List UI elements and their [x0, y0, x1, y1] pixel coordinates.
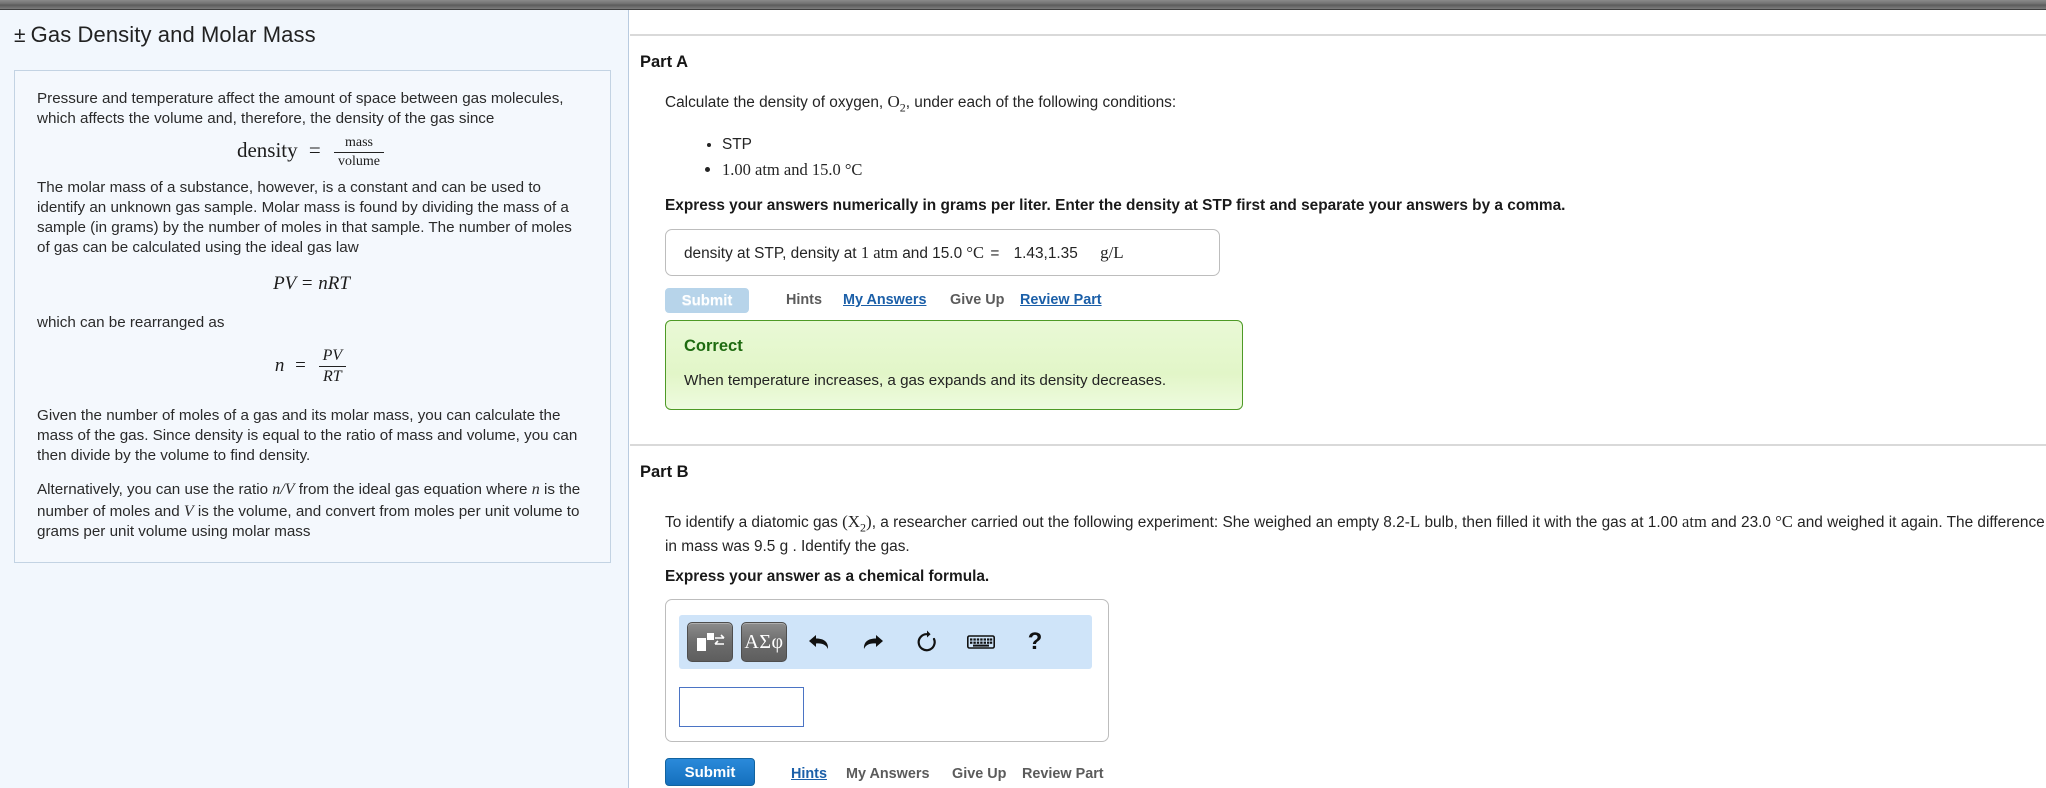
- equation-density-numerator: mass: [334, 135, 384, 154]
- part-b-prompt-1b: , a researcher carried out the following…: [871, 514, 1410, 531]
- part-a-my-answers-link[interactable]: My Answers: [843, 292, 926, 308]
- formula-oxygen: O2: [887, 92, 906, 115]
- part-a-give-up-link[interactable]: Give Up: [950, 292, 1004, 308]
- part-a-prompt-post: , under each of the following conditions…: [905, 94, 1177, 111]
- part-a-hints-link[interactable]: Hints: [786, 292, 822, 308]
- unit-liter: L: [1409, 512, 1421, 531]
- intro-p5-b: from the ideal gas equation where: [294, 481, 532, 499]
- part-a-divider: [630, 34, 2046, 36]
- part-b-prompt-1a: To identify a diatomic gas: [665, 514, 843, 531]
- undo-icon[interactable]: [797, 623, 841, 661]
- part-a-feedback-title: Correct: [684, 337, 743, 355]
- keyboard-icon[interactable]: [959, 623, 1003, 661]
- window-chrome-bar: [0, 0, 2046, 10]
- unit-atm: atm: [1682, 512, 1707, 531]
- part-b-prompt-1e: and: [1792, 514, 1823, 531]
- equation-moles: n = PV RT: [37, 347, 586, 386]
- part-a-submit-button[interactable]: Submit: [665, 288, 749, 313]
- part-b-divider: [630, 444, 2046, 446]
- part-b-answer-input[interactable]: [679, 687, 804, 727]
- intro-paragraph-5: Alternatively, you can use the ratio n/V…: [37, 479, 586, 542]
- page-title-text: Gas Density and Molar Mass: [30, 22, 316, 47]
- problem-panel: Part A Calculate the density of oxygen, …: [630, 10, 2046, 788]
- equation-moles-op: =: [295, 354, 306, 376]
- part-b-hints-link[interactable]: Hints: [791, 766, 827, 782]
- intro-panel: ± Gas Density and Molar Mass Pressure and…: [0, 10, 629, 788]
- part-b-prompt-1c: bulb, then filled it with the gas at 1.0…: [1420, 514, 1683, 531]
- part-a-answer-units: g/L: [1100, 243, 1124, 262]
- equation-density-denominator: volume: [338, 154, 380, 170]
- part-a-conditions-list: STP 1.00 atm and 15.0 °C: [702, 133, 1322, 182]
- part-b-prompt: To identify a diatomic gas (X2), a resea…: [665, 510, 2045, 557]
- intro-paragraph-4: Given the number of moles of a gas and i…: [37, 406, 578, 465]
- greek-symbols-icon[interactable]: ΑΣφ: [741, 622, 787, 662]
- reset-icon[interactable]: [905, 623, 949, 661]
- plus-minus-icon[interactable]: ±: [14, 24, 26, 47]
- equation-density-op: =: [308, 138, 321, 163]
- intro-p5-V: V: [183, 502, 194, 520]
- equation-ideal-gas: PV = nRT: [273, 272, 350, 294]
- formula-x2: (X2): [842, 512, 872, 535]
- part-a-answer-label-c: and 15.0: [902, 245, 963, 262]
- help-icon[interactable]: ?: [1013, 623, 1057, 661]
- part-a-instruction: Express your answers numerically in gram…: [665, 197, 1566, 214]
- condition-item-stp: STP: [722, 133, 1322, 157]
- part-b-heading: Part B: [640, 463, 689, 481]
- equation-moles-denominator: RT: [323, 367, 342, 385]
- redo-icon[interactable]: [851, 623, 895, 661]
- page-title: ± Gas Density and Molar Mass: [14, 22, 316, 48]
- equation-moles-numerator: PV: [318, 347, 347, 367]
- part-a-answer-label-a: density at STP, density at: [684, 245, 857, 262]
- part-b-prompt-1d: and 23.0: [1706, 514, 1776, 531]
- intro-p5-a: Alternatively, you can use the ratio: [37, 481, 273, 499]
- equation-moles-fraction: PV RT: [318, 347, 347, 386]
- part-a-answer-label-d: °C: [966, 243, 985, 262]
- page-root: ± Gas Density and Molar Mass Pressure and…: [0, 10, 2046, 788]
- part-b-submit-button[interactable]: Submit: [665, 758, 755, 786]
- part-a-prompt-pre: Calculate the density of oxygen,: [665, 94, 888, 111]
- unit-degc: °C: [1775, 512, 1793, 531]
- part-b-my-answers-link[interactable]: My Answers: [846, 766, 929, 782]
- part-a-answer-equals: =: [990, 245, 1000, 262]
- equation-density-lhs: density: [236, 138, 298, 163]
- intro-paragraph-3: which can be rearranged as: [37, 313, 225, 331]
- intro-p5-ratio: n/V: [272, 481, 295, 499]
- condition-item-1atm: 1.00 atm and 15.0 °C: [722, 157, 1322, 183]
- intro-paragraph-1: Pressure and temperature affect the amou…: [37, 90, 564, 128]
- part-a-feedback-banner: [665, 320, 1243, 410]
- part-b-give-up-link[interactable]: Give Up: [952, 766, 1006, 782]
- intro-paragraph-2: The molar mass of a substance, however, …: [37, 178, 572, 257]
- part-b-equation-toolbar: ΑΣφ ?: [679, 615, 1092, 669]
- part-a-heading: Part A: [640, 53, 688, 71]
- intro-p5-n: n: [531, 481, 540, 499]
- greek-symbols-label: ΑΣφ: [744, 630, 784, 653]
- part-a-answer-value[interactable]: 1.43,1.35: [1014, 245, 1078, 262]
- part-a-answer-content: density at STP, density at 1 atm and 15.…: [684, 243, 1124, 263]
- equation-moles-lhs: n: [274, 354, 285, 376]
- part-b-instruction: Express your answer as a chemical formul…: [665, 568, 990, 585]
- intro-content-box: Pressure and temperature affect the amou…: [14, 70, 611, 564]
- equation-density: density = mass volume: [37, 135, 586, 169]
- part-a-review-part-link[interactable]: Review Part: [1020, 292, 1102, 308]
- part-b-review-part-link[interactable]: Review Part: [1022, 766, 1104, 782]
- template-icon[interactable]: [687, 622, 733, 662]
- part-a-feedback-message: When temperature increases, a gas expand…: [684, 372, 1167, 389]
- equation-density-fraction: mass volume: [334, 135, 384, 169]
- part-a-answer-label-b: 1 atm: [860, 243, 898, 262]
- part-a-prompt: Calculate the density of oxygen, O2, und…: [665, 90, 2005, 116]
